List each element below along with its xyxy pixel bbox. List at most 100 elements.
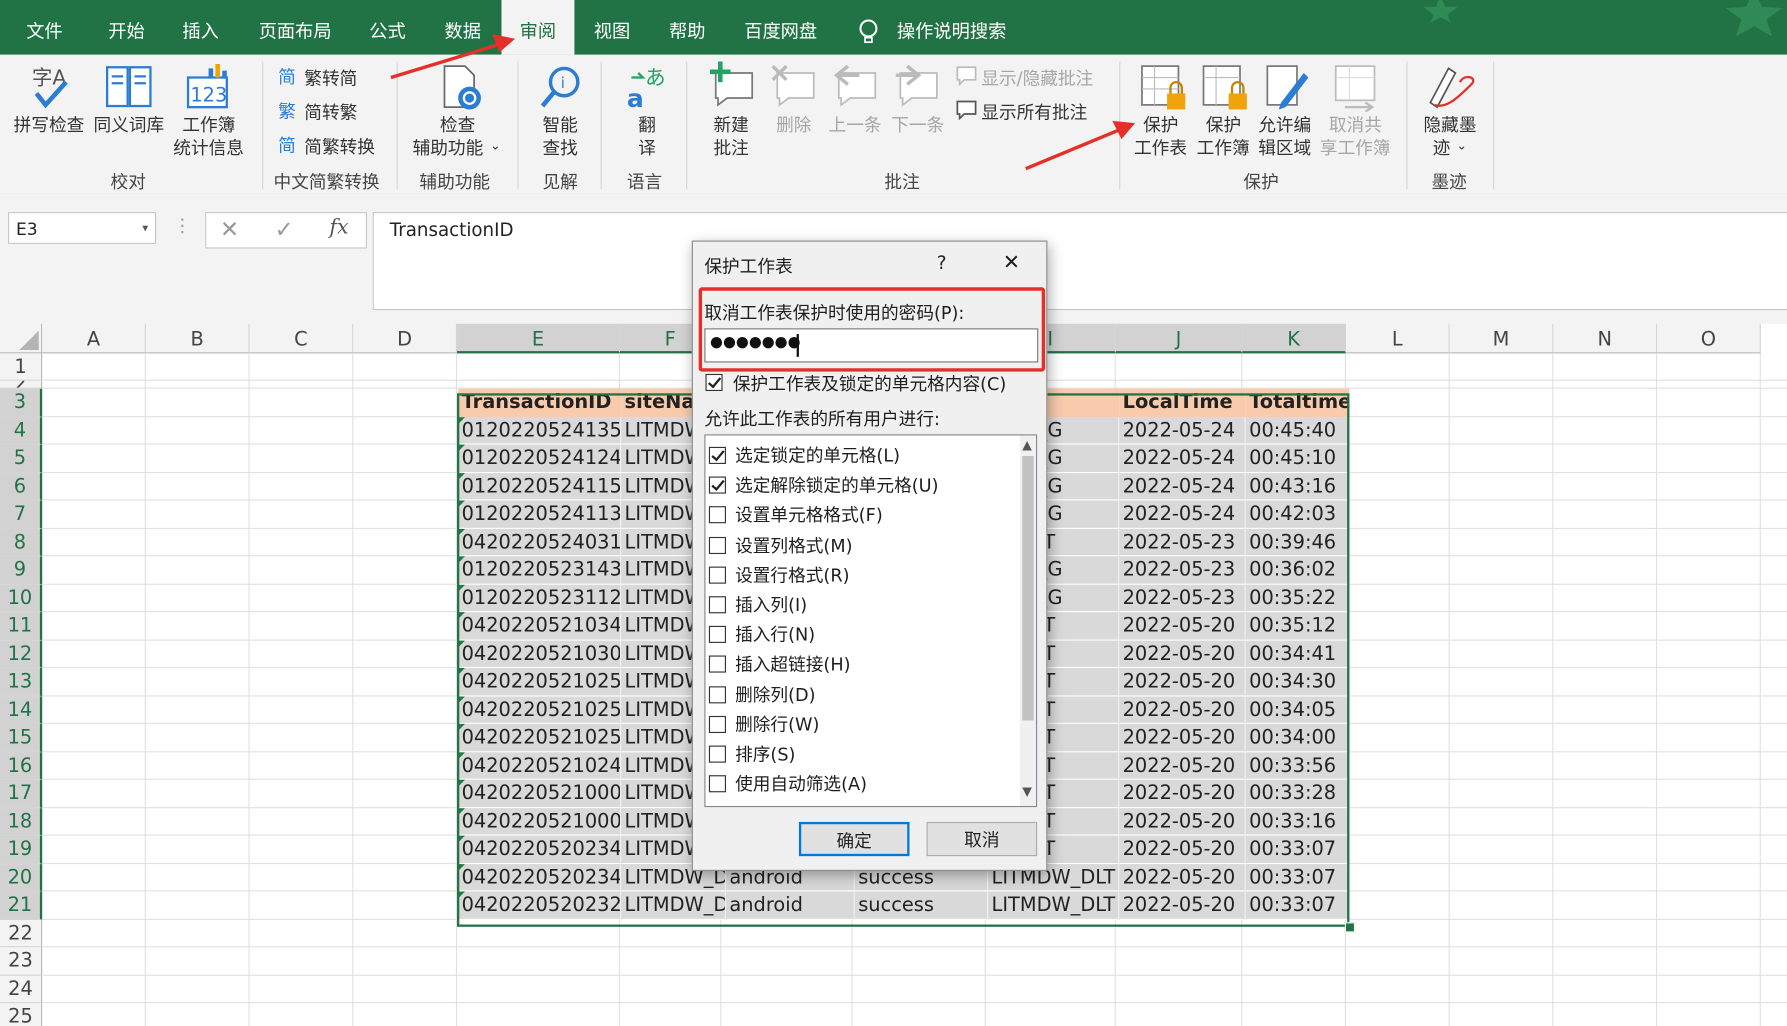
scroll-down-icon[interactable]: ▼ (1022, 784, 1032, 799)
table-cell[interactable]: 00:33:07 (1245, 835, 1350, 864)
cancel-button[interactable]: 取消 (926, 821, 1038, 857)
allow-edit-ranges-button[interactable]: 允许编 (1258, 114, 1311, 137)
smart-lookup-button[interactable]: 智能 (542, 114, 577, 137)
table-cell[interactable]: 00:42:03 (1245, 500, 1350, 529)
table-cell[interactable]: success (854, 891, 989, 920)
simplified-to-traditional-button[interactable]: 简转繁 (304, 99, 357, 124)
table-cell[interactable]: android (725, 891, 855, 920)
permission-checkbox[interactable] (708, 536, 726, 554)
row-header-11[interactable]: 11 (0, 612, 43, 641)
permission-checkbox[interactable] (708, 506, 726, 524)
table-cell[interactable]: 00:34:05 (1245, 695, 1350, 724)
permissions-list[interactable]: 选定锁定的单元格(L) 选定解除锁定的单元格(U) 设置单元格格式(F) 设置列格式(… (704, 434, 1038, 808)
row-header-12[interactable]: 12 (0, 640, 43, 669)
table-cell[interactable]: 00:33:56 (1245, 751, 1350, 780)
thesaurus-button[interactable]: 同义词库 (93, 114, 164, 137)
table-cell[interactable]: 2022-05-20 (1119, 863, 1246, 892)
tab-review[interactable]: 审阅 (501, 0, 575, 55)
delete-comment-button[interactable]: 删除 (776, 114, 811, 137)
permission-checkbox[interactable] (708, 446, 726, 464)
name-box[interactable]: E3 ▾ (7, 212, 157, 244)
table-cell[interactable]: 042022052403140 (458, 528, 622, 557)
tab-insert[interactable]: 插入 (171, 0, 230, 55)
table-cell[interactable]: 2022-05-24 (1119, 472, 1246, 501)
row-header-3[interactable]: 3 (0, 388, 43, 417)
help-icon[interactable]: ? (937, 252, 947, 274)
row-header-21[interactable]: 21 (0, 891, 43, 920)
table-cell[interactable]: 042022052100000 (458, 779, 622, 808)
column-header-e[interactable]: E (457, 323, 620, 354)
scroll-up-icon[interactable]: ▲ (1022, 438, 1032, 453)
row-header-24[interactable]: 24 (0, 975, 43, 1004)
table-cell[interactable]: 00:33:16 (1245, 807, 1350, 836)
show-hide-comment-button[interactable]: 显示/隐藏批注 (981, 65, 1093, 90)
tab-baidu-netdisk[interactable]: 百度网盘 (735, 0, 826, 55)
row-header-13[interactable]: 13 (0, 668, 43, 696)
unshare-workbook-button[interactable]: 取消共 (1329, 114, 1382, 137)
row-header-18[interactable]: 18 (0, 807, 43, 836)
table-cell[interactable]: LITMDW_D (621, 891, 726, 920)
tab-view[interactable]: 视图 (582, 0, 641, 55)
next-comment-button[interactable]: 下一条 (891, 114, 944, 137)
row-header-10[interactable]: 10 (0, 584, 43, 613)
row-header-1[interactable]: 1 (0, 353, 43, 381)
close-icon[interactable]: ✕ (1003, 251, 1020, 275)
table-cell[interactable]: 012022052413590 (458, 416, 622, 445)
workbook-statistics-button[interactable]: 工作簿 (182, 114, 235, 137)
permission-checkbox[interactable] (708, 626, 726, 644)
row-header-9[interactable]: 9 (0, 556, 43, 585)
row-header-4[interactable]: 4 (0, 416, 43, 445)
table-cell[interactable]: 00:34:41 (1245, 640, 1350, 669)
column-header-a[interactable]: A (42, 323, 146, 354)
table-cell[interactable]: 042022052102450 (458, 751, 622, 780)
table-cell[interactable]: 00:33:28 (1245, 779, 1350, 808)
permission-checkbox[interactable] (708, 745, 726, 763)
table-cell[interactable]: 2022-05-24 (1119, 416, 1246, 445)
ok-button[interactable]: 确定 (798, 821, 910, 857)
table-cell[interactable]: 2022-05-20 (1119, 695, 1246, 724)
table-cell[interactable]: 2022-05-20 (1119, 751, 1246, 780)
table-cell[interactable]: 2022-05-20 (1119, 723, 1246, 752)
insert-function-icon[interactable]: fx (329, 215, 348, 239)
tab-data[interactable]: 数据 (433, 0, 492, 55)
column-header-c[interactable]: C (249, 323, 354, 354)
spell-check-button[interactable]: 拼写检查 (14, 114, 85, 137)
table-cell[interactable]: 012022052411320 (458, 500, 622, 529)
new-comment-button[interactable]: 新建 (713, 114, 748, 137)
row-header-16[interactable]: 16 (0, 751, 43, 780)
tell-me-search[interactable]: 操作说明搜索 (895, 0, 1009, 55)
permission-checkbox[interactable] (708, 655, 726, 674)
table-cell[interactable]: 2022-05-20 (1119, 835, 1246, 864)
table-header-cell[interactable]: LocalTime (1119, 388, 1246, 417)
table-cell[interactable]: 00:39:46 (1245, 528, 1350, 557)
fill-handle[interactable] (1344, 922, 1356, 933)
table-cell[interactable]: LITMDW_DLT (988, 891, 1120, 920)
table-header-cell[interactable]: Totaltime (1245, 388, 1350, 417)
tab-file[interactable]: 文件 (16, 0, 73, 55)
row-header-2[interactable]: 2 (0, 380, 43, 389)
table-cell[interactable]: 042022052102550 (458, 695, 622, 724)
table-header-cell[interactable]: TransactionID (458, 388, 622, 417)
hide-ink-button[interactable]: 隐藏墨 (1423, 114, 1476, 137)
table-cell[interactable]: 00:45:10 (1245, 444, 1350, 473)
show-all-comments-button[interactable]: 显示所有批注 (981, 99, 1087, 124)
tab-help[interactable]: 帮助 (658, 0, 717, 55)
protect-workbook-button[interactable]: 保护 (1206, 114, 1241, 137)
table-cell[interactable]: 2022-05-20 (1119, 668, 1246, 696)
translate-button[interactable]: 翻 (638, 114, 656, 137)
table-cell[interactable]: 2022-05-23 (1119, 528, 1246, 557)
table-cell[interactable]: 012022052314370 (458, 556, 622, 585)
column-header-j[interactable]: J (1115, 323, 1243, 354)
row-header-20[interactable]: 20 (0, 863, 43, 892)
permission-checkbox[interactable] (708, 685, 726, 703)
protect-contents-checkbox[interactable] (705, 373, 723, 392)
table-cell[interactable]: 012022052311200 (458, 584, 622, 613)
table-cell[interactable]: 012022052411590 (458, 472, 622, 501)
row-header-15[interactable]: 15 (0, 723, 43, 752)
table-cell[interactable]: 00:34:30 (1245, 668, 1350, 696)
table-cell[interactable]: 042022052023400 (458, 863, 622, 892)
table-cell[interactable]: 2022-05-20 (1119, 779, 1246, 808)
password-input[interactable]: ●●●●●●● (704, 328, 1039, 363)
table-cell[interactable]: 00:35:12 (1245, 612, 1350, 641)
enter-check-icon[interactable]: ✓ (275, 215, 294, 242)
